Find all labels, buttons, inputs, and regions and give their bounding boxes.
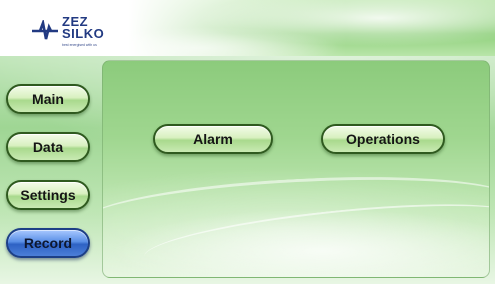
zez-silko-logo-mark-icon <box>32 20 58 40</box>
nav-main-button[interactable]: Main <box>6 84 90 114</box>
nav-record-button[interactable]: Record <box>6 228 90 258</box>
header-bar: ZEZ SILKO best energised with us <box>0 0 495 56</box>
company-logo: ZEZ SILKO best energised with us <box>32 14 124 50</box>
nav-settings-button[interactable]: Settings <box>6 180 90 210</box>
main-panel: Alarm Operations <box>102 60 490 278</box>
logo-wordmark: ZEZ SILKO <box>62 15 105 41</box>
logo-tagline: best energised with us <box>62 43 97 47</box>
side-navigation: Main Data Settings Record <box>0 56 100 284</box>
nav-data-button[interactable]: Data <box>6 132 90 162</box>
alarm-button[interactable]: Alarm <box>153 124 273 154</box>
operations-button[interactable]: Operations <box>321 124 445 154</box>
logo-line-2: SILKO <box>62 26 105 41</box>
hmi-screen: ZEZ SILKO best energised with us Main Da… <box>0 0 495 284</box>
